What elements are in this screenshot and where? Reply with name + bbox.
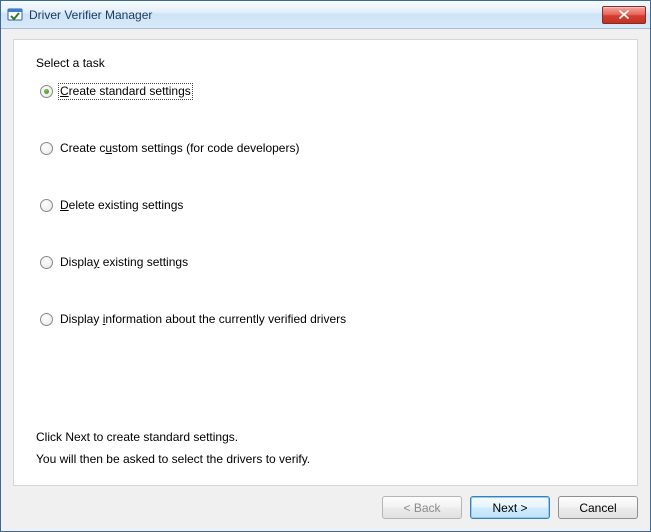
radio-button[interactable] [40, 85, 53, 98]
wizard-buttons: < Back Next > Cancel [13, 486, 638, 519]
radio-label: Delete existing settings [59, 198, 184, 213]
radio-button[interactable] [40, 313, 53, 326]
radio-create-custom[interactable]: Create custom settings (for code develop… [40, 141, 615, 156]
radio-delete-existing[interactable]: Delete existing settings [40, 198, 615, 213]
radio-label: Create standard settings [59, 84, 192, 99]
task-panel: Select a task Create standard settings C… [13, 39, 638, 486]
radio-button[interactable] [40, 256, 53, 269]
window-frame: Driver Verifier Manager Select a task Cr… [0, 0, 651, 532]
window-title: Driver Verifier Manager [29, 8, 602, 22]
radio-label: Display information about the currently … [59, 312, 347, 327]
task-options: Create standard settings Create custom s… [36, 84, 615, 415]
close-button[interactable] [602, 6, 646, 24]
back-button: < Back [382, 496, 462, 519]
titlebar: Driver Verifier Manager [1, 1, 650, 29]
next-button[interactable]: Next > [470, 496, 550, 519]
app-icon [7, 7, 23, 23]
cancel-button[interactable]: Cancel [558, 496, 638, 519]
radio-button[interactable] [40, 142, 53, 155]
radio-label: Display existing settings [59, 255, 189, 270]
radio-label: Create custom settings (for code develop… [59, 141, 300, 156]
help-text: Click Next to create standard settings. … [36, 425, 615, 471]
radio-display-verified[interactable]: Display information about the currently … [40, 312, 615, 327]
radio-button[interactable] [40, 199, 53, 212]
help-line-1: Click Next to create standard settings. [36, 427, 615, 447]
help-line-2: You will then be asked to select the dri… [36, 449, 615, 469]
group-label: Select a task [36, 56, 615, 70]
close-icon [619, 10, 629, 19]
radio-display-existing[interactable]: Display existing settings [40, 255, 615, 270]
client-area: Select a task Create standard settings C… [1, 29, 650, 531]
radio-create-standard[interactable]: Create standard settings [40, 84, 615, 99]
